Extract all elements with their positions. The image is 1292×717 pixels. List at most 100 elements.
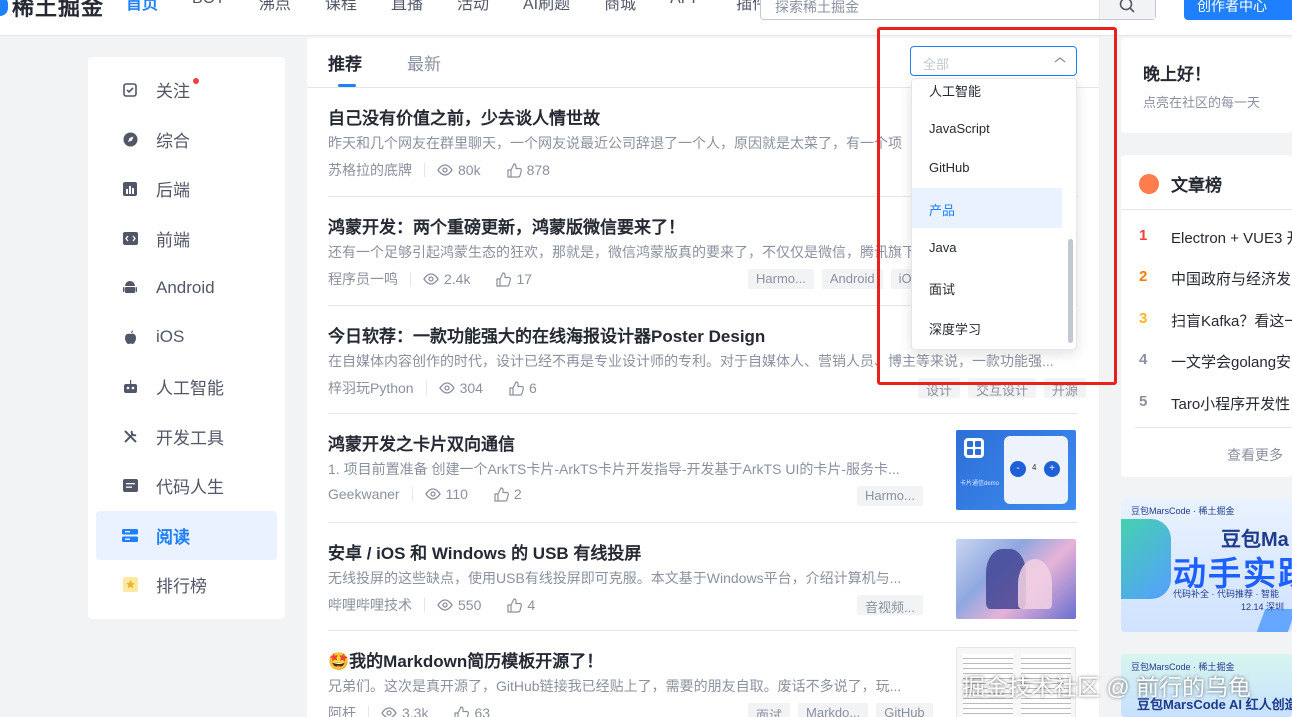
main-nav: 首页 BOT 沸点 课程 直播 活动 AI刷题 商城 APP 插件 [126, 0, 802, 14]
article-abstract: 还有一个足够引起鸿蒙生态的狂欢，那就是，微信鸿蒙版真的要来了，不仅仅是微信，腾讯… [328, 244, 916, 260]
tab-recommended[interactable]: 推荐 [328, 50, 362, 75]
article-tag[interactable]: Android [821, 269, 883, 289]
article-thumbnail[interactable]: 卡片通信demo - 4 + [956, 430, 1076, 510]
article-tag[interactable]: 音视频... [857, 595, 923, 615]
article-author[interactable]: 苏格拉的底牌 [328, 160, 412, 180]
eye-icon [424, 488, 441, 500]
nav-live[interactable]: 直播 [391, 0, 423, 14]
rank-title[interactable]: Electron + VUE3 开 [1171, 227, 1292, 248]
article-title[interactable]: 自己没有价值之前，少去谈人情世故 [328, 104, 600, 129]
ranking-item[interactable]: 3 扫盲Kafka？看这一 [1139, 310, 1292, 331]
rank-title[interactable]: 扫盲Kafka？看这一 [1171, 310, 1292, 331]
nav-bot[interactable]: BOT [192, 0, 225, 14]
thumbs-up-icon [506, 162, 522, 178]
thumbs-up-icon [496, 271, 512, 287]
article-title[interactable]: 鸿蒙开发：两个重磅更新，鸿蒙版微信要来了！ [328, 213, 685, 238]
like-count[interactable]: 6 [509, 380, 537, 396]
like-count[interactable]: 63 [454, 705, 490, 717]
meta-divider [425, 381, 427, 395]
article-item[interactable]: 鸿蒙开发之卡片双向通信 1. 项目前置准备 创建一个ArkTS卡片-ArkTS卡… [328, 430, 1078, 523]
article-tag[interactable]: Markdo... [798, 703, 869, 717]
sidebar-item-label: 人工智能 [156, 379, 224, 399]
eye-icon [423, 273, 439, 285]
thumbs-up-icon [507, 597, 523, 613]
view-count-value: 2.4k [444, 271, 471, 287]
sidebar-item-ai[interactable]: 人工智能 [96, 362, 277, 412]
article-author[interactable]: 哔哩哔哩技术 [328, 595, 412, 615]
article-title[interactable]: 鸿蒙开发之卡片双向通信 [328, 430, 515, 455]
sidebar-item-code-life[interactable]: 代码人生 [96, 461, 277, 511]
thumbs-up-icon [454, 705, 470, 717]
article-ranking-card: 文章榜 1 Electron + VUE3 开 2 中国政府与经济发 3 扫盲Kafk… [1121, 155, 1292, 477]
sidebar-item-android[interactable]: Android [96, 263, 277, 313]
article-abstract: 兄弟们。这次是真开源了，GitHub链接我已经贴上了，需要的朋友自取。废话不多说… [328, 678, 902, 694]
article-author[interactable]: 梓羽玩Python [328, 378, 414, 398]
banner-decoration [1121, 519, 1171, 599]
thumb-card-preview: - 4 + [1004, 436, 1068, 504]
rank-number: 2 [1139, 268, 1148, 285]
article-author[interactable]: 程序员一鸣 [328, 269, 398, 289]
logo[interactable]: 稀土掘金 [0, 0, 104, 22]
like-count[interactable]: 4 [507, 597, 535, 613]
like-count[interactable]: 2 [494, 486, 522, 502]
article-tag[interactable]: GitHub [876, 703, 933, 717]
creator-center-button[interactable]: 创作者中心 [1184, 0, 1292, 20]
tab-latest[interactable]: 最新 [407, 50, 441, 75]
article-title[interactable]: 🤩我的Markdown简历模板开源了！ [328, 647, 603, 672]
article-tag[interactable]: 面试 [748, 703, 791, 717]
category-sidebar: 关注 综合 后端 前端 Android iOS 人工智能 开发工具 代码人生 阅… [88, 57, 285, 619]
compass-icon [122, 131, 138, 147]
article-item[interactable]: 安卓 / iOS 和 Windows 的 USB 有线投屏 无线投屏的这些缺点，… [328, 539, 1078, 631]
like-count-value: 2 [513, 486, 522, 502]
like-count[interactable]: 17 [496, 271, 532, 287]
article-meta: Geekwaner 110 2 [328, 486, 548, 502]
ranking-header: 文章榜 [1139, 171, 1222, 196]
promo-banner[interactable]: 豆包MarsCode · 稀土掘金 豆包Ma 动手实践 代码补全 · 代码推荐 … [1121, 499, 1292, 632]
nav-app[interactable]: APP [670, 0, 702, 14]
article-tag[interactable]: Harmo... [748, 269, 814, 289]
nav-events[interactable]: 活动 [457, 0, 489, 14]
article-title[interactable]: 今日软荐：一款功能强大的在线海报设计器Poster Design [328, 322, 765, 347]
thumb-card-label: 卡片通信demo [960, 481, 1000, 487]
sidebar-item-backend[interactable]: 后端 [96, 164, 277, 214]
sidebar-item-frontend[interactable]: 前端 [96, 214, 277, 264]
ranking-item[interactable]: 5 Taro小程序开发性 [1139, 393, 1290, 414]
article-thumbnail[interactable] [956, 539, 1076, 619]
view-count: 110 [424, 486, 468, 502]
article-author[interactable]: 阿杆 [328, 703, 356, 717]
sidebar-item-follow[interactable]: 关注 [96, 65, 277, 115]
article-tag[interactable]: Harmo... [857, 486, 923, 506]
sidebar-item-devtools[interactable]: 开发工具 [96, 412, 277, 462]
rank-title[interactable]: 一文学会golang安 [1171, 351, 1291, 372]
sidebar-item-ios[interactable]: iOS [96, 313, 277, 363]
sidebar-item-reading[interactable]: 阅读 [96, 510, 277, 560]
active-tab-indicator [338, 84, 356, 87]
ranking-item[interactable]: 4 一文学会golang安 [1139, 351, 1291, 372]
view-count-value: 110 [445, 486, 468, 502]
nav-pins[interactable]: 沸点 [259, 0, 291, 14]
sidebar-item-label: Android [156, 277, 215, 297]
nav-courses[interactable]: 课程 [325, 0, 357, 14]
rank-title[interactable]: 中国政府与经济发 [1171, 268, 1291, 289]
sidebar-item-general[interactable]: 综合 [96, 115, 277, 165]
rank-title[interactable]: Taro小程序开发性 [1171, 393, 1290, 414]
greeting-subtitle: 点亮在社区的每一天 [1143, 95, 1261, 110]
search-button[interactable] [1099, 0, 1155, 19]
article-author[interactable]: Geekwaner [328, 486, 400, 502]
robot-icon [122, 379, 138, 395]
sidebar-item-ranking[interactable]: 排行榜 [96, 560, 277, 610]
rank-number: 5 [1139, 393, 1148, 410]
view-more-link[interactable]: 查看更多 [1227, 445, 1283, 465]
eye-icon [381, 707, 397, 717]
sidebar-item-label: 开发工具 [156, 428, 224, 448]
ranking-item[interactable]: 1 Electron + VUE3 开 [1139, 227, 1292, 248]
like-count[interactable]: 878 [506, 162, 550, 178]
ranking-item[interactable]: 2 中国政府与经济发 [1139, 268, 1291, 289]
nav-home[interactable]: 首页 [126, 0, 158, 14]
nav-store[interactable]: 商城 [604, 0, 636, 14]
search-input[interactable]: 探索稀土掘金 [760, 0, 1156, 20]
meta-divider [424, 598, 425, 612]
article-title[interactable]: 安卓 / iOS 和 Windows 的 USB 有线投屏 [328, 539, 641, 564]
nav-ai-practice[interactable]: AI刷题 [523, 0, 570, 14]
sidebar-item-label: 阅读 [156, 527, 190, 547]
